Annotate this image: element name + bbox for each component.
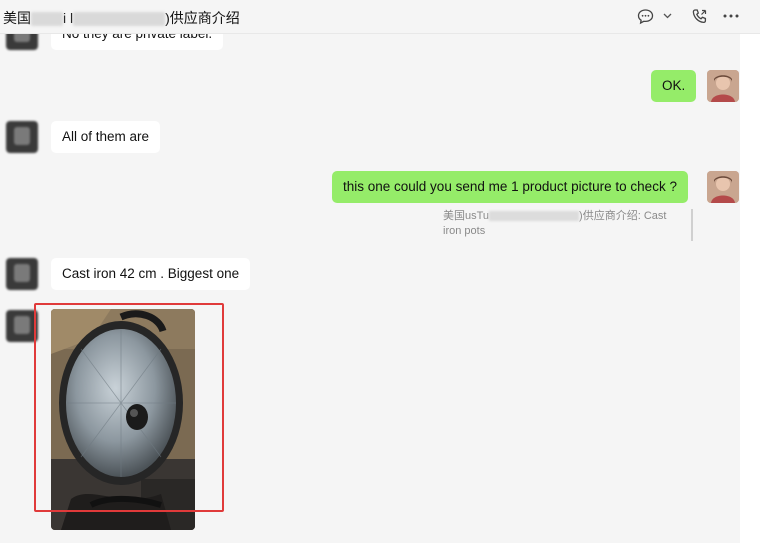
chat-window: 美国i l)供应商介绍 No they are private label. O… — [0, 0, 760, 543]
my-avatar[interactable] — [707, 171, 739, 203]
quoted-message[interactable]: 美国usTu )供应商介绍: Cast iron pots — [443, 209, 693, 241]
chat-header: 美国 i l )供应商介绍 — [0, 0, 760, 34]
chat-title-prefix: 美国 — [3, 10, 31, 26]
chat-bubble-icon[interactable] — [636, 7, 654, 25]
message-bubble-incoming[interactable]: All of them are — [51, 121, 161, 153]
quote-line2: iron pots — [443, 225, 486, 237]
chevron-down-icon[interactable] — [658, 7, 676, 25]
quote-prefix: 美国usTu — [443, 210, 490, 222]
contact-avatar[interactable] — [6, 258, 38, 290]
phone-icon[interactable] — [690, 7, 708, 25]
chat-title-mid: i l — [63, 10, 74, 26]
chat-title[interactable]: 美国 i l )供应商介绍 — [3, 8, 240, 28]
highlight-box — [34, 303, 224, 512]
message-bubble-outgoing[interactable]: this one could you send me 1 product pic… — [332, 171, 688, 203]
redacted-text — [73, 12, 166, 27]
message-bubble-incoming[interactable]: Cast iron 42 cm . Biggest one — [51, 258, 251, 290]
more-icon[interactable] — [722, 7, 740, 25]
redacted-text — [489, 211, 580, 222]
quote-suffix: )供应商介绍: Cast — [579, 210, 667, 222]
chat-title-suffix: )供应商介绍 — [165, 10, 240, 26]
redacted-text — [31, 12, 63, 27]
window-edge — [740, 0, 760, 543]
contact-avatar[interactable] — [6, 121, 38, 153]
message-bubble-outgoing[interactable]: OK. — [651, 70, 697, 102]
my-avatar[interactable] — [707, 70, 739, 102]
